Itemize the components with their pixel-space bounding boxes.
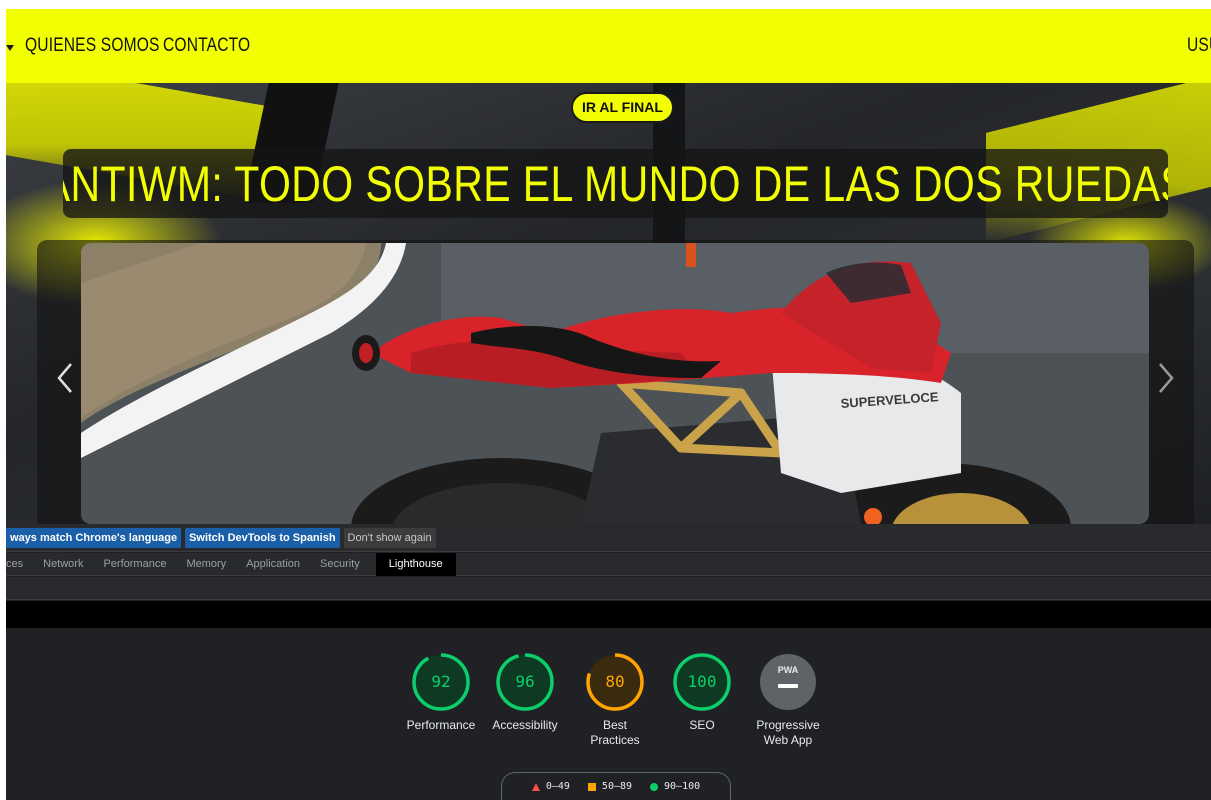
devtools-panel: ways match Chrome's language Switch DevT… — [6, 524, 1211, 800]
carousel-slide-image[interactable]: SUPERVELOCE — [81, 243, 1149, 524]
legend-fail: 0–49 — [531, 781, 570, 792]
score-value: 96 — [515, 672, 535, 691]
match-language-button[interactable]: ways match Chrome's language — [6, 527, 182, 548]
dash-icon — [778, 684, 798, 688]
gauge-pwa[interactable]: PWA Progressive Web App — [743, 652, 833, 748]
language-infobar: ways match Chrome's language Switch DevT… — [6, 524, 1211, 552]
tab-network[interactable]: Network — [33, 553, 93, 576]
gauge-label: Progressive Web App — [756, 718, 820, 747]
report-header-band — [6, 601, 1211, 628]
gauge-best-practices[interactable]: 80 Best Practices — [570, 652, 660, 748]
dont-show-again-button[interactable]: Don't show again — [343, 527, 436, 548]
motorcycle-illustration: SUPERVELOCE — [81, 243, 1149, 524]
legend-average-label: 50–89 — [601, 781, 633, 792]
gauge-seo[interactable]: 100 SEO — [657, 652, 747, 733]
gauge-label: Best Practices — [590, 718, 640, 747]
gauge-label: Accessibility — [492, 718, 558, 732]
gauge-performance[interactable]: 92 Performance — [396, 652, 486, 733]
tab-performance[interactable]: Performance — [93, 553, 176, 576]
top-nav: QUIENES SOMOS CONTACTO USU — [6, 9, 1211, 83]
gauge-label: SEO — [689, 718, 715, 732]
gauge-ring: 96 — [495, 652, 555, 712]
gauge-ring: 92 — [411, 652, 471, 712]
chevron-left-icon — [57, 363, 72, 393]
devtools-tab-bar: ces Network Performance Memory Applicati… — [6, 552, 1211, 576]
nav-link-contacto[interactable]: CONTACTO — [163, 35, 250, 57]
score-value: 80 — [605, 672, 625, 691]
score-legend: 0–49 50–89 90–100 — [501, 772, 731, 800]
gauge-ring: 100 — [672, 652, 732, 712]
legend-pass-label: 90–100 — [664, 781, 701, 792]
tab-memory[interactable]: Memory — [176, 553, 236, 576]
hero-title-box: ANTIWM: TODO SOBRE EL MUNDO DE LAS DOS R… — [63, 149, 1168, 218]
lighthouse-toolbar — [6, 577, 1211, 600]
dropdown-caret-icon[interactable] — [6, 45, 14, 51]
tab-sources[interactable]: ces — [6, 553, 33, 576]
carousel-prev-button[interactable] — [51, 358, 81, 398]
legend-pass: 90–100 — [650, 781, 700, 792]
gauge-ring: 80 — [585, 652, 645, 712]
legend-average: 50–89 — [587, 781, 633, 792]
carousel-next-button[interactable] — [1150, 358, 1180, 398]
pwa-badge-text: PWA — [777, 665, 799, 675]
nav-link-usuario[interactable]: USU — [1187, 35, 1211, 57]
pwa-badge-icon: PWA — [760, 654, 816, 710]
go-to-end-button[interactable]: IR AL FINAL — [571, 92, 674, 123]
circle-icon — [650, 782, 659, 791]
score-value: 100 — [687, 672, 717, 691]
tab-application[interactable]: Application — [236, 553, 310, 576]
gauge-label: Performance — [406, 718, 476, 732]
square-icon — [587, 782, 596, 791]
nav-link-quienes-somos[interactable]: QUIENES SOMOS — [25, 35, 160, 57]
tab-security[interactable]: Security — [310, 553, 370, 576]
score-value: 92 — [431, 672, 451, 691]
legend-fail-label: 0–49 — [545, 781, 570, 792]
tab-lighthouse[interactable]: Lighthouse — [375, 552, 456, 576]
triangle-icon — [531, 782, 540, 791]
switch-language-button[interactable]: Switch DevTools to Spanish — [185, 527, 340, 548]
page-title: ANTIWM: TODO SOBRE EL MUNDO DE LAS DOS R… — [63, 155, 1168, 212]
chevron-right-icon — [1159, 363, 1174, 393]
gauge-accessibility[interactable]: 96 Accessibility — [480, 652, 570, 733]
